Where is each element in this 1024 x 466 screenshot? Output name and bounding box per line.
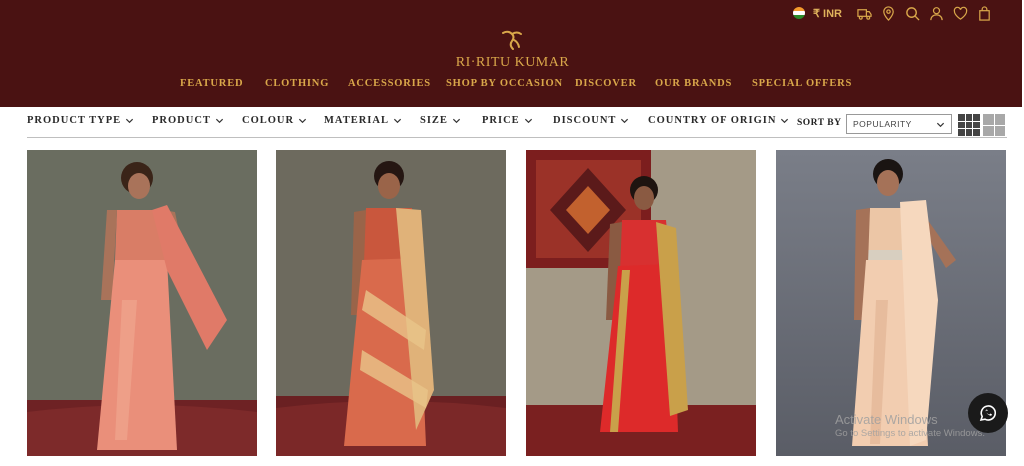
filter-country-of-origin[interactable]: COUNTRY OF ORIGIN (648, 115, 789, 126)
nav-item-discover[interactable]: DISCOVER (575, 78, 637, 89)
site-header: ₹ INR RI·RITU KUMAR FEATURED CLOTHING AC… (0, 0, 1022, 107)
nav-item-our-brands[interactable]: OUR BRANDS (655, 78, 732, 89)
whatsapp-icon (979, 405, 997, 422)
grid-view-2-col-toggle[interactable] (983, 114, 1005, 136)
filter-label: PRICE (482, 115, 520, 126)
nav-item-shop-by-occasion[interactable]: SHOP BY OCCASION (446, 78, 563, 89)
user-icon[interactable] (928, 5, 944, 21)
chevron-down-icon (393, 118, 402, 124)
chevron-down-icon (524, 118, 532, 124)
chevron-down-icon (215, 118, 223, 124)
filter-colour[interactable]: COLOUR (242, 115, 307, 126)
filter-label: MATERIAL (324, 115, 389, 126)
filter-label: COLOUR (242, 115, 295, 126)
product-card-3[interactable] (526, 150, 756, 456)
nav-item-featured[interactable]: FEATURED (180, 78, 243, 89)
nav-item-special-offers[interactable]: SPECIAL OFFERS (752, 78, 852, 89)
utility-bar: ₹ INR (793, 5, 992, 21)
product-image (526, 150, 756, 456)
product-card-1[interactable] (27, 150, 257, 456)
sort-by-label: SORT BY (797, 118, 842, 128)
chevron-down-icon (299, 118, 307, 124)
sort-selected-value: POPULARITY (853, 119, 912, 129)
heart-icon[interactable] (952, 5, 968, 21)
chevron-down-icon (621, 118, 629, 124)
filter-product-type[interactable]: PRODUCT TYPE (27, 115, 134, 126)
watermark-line-2: Go to Settings to activate Windows. (835, 428, 985, 439)
brand-logo-mark[interactable] (500, 28, 524, 54)
search-icon[interactable] (904, 5, 920, 21)
filter-material[interactable]: MATERIAL (324, 115, 402, 126)
activate-windows-watermark: Activate Windows Go to Settings to activ… (835, 412, 985, 439)
filter-label: PRODUCT (152, 115, 211, 126)
filter-label: COUNTRY OF ORIGIN (648, 115, 777, 126)
grid-view-4-col-toggle[interactable] (958, 114, 980, 136)
chevron-down-icon (781, 118, 789, 124)
filter-price[interactable]: PRICE (482, 115, 533, 126)
product-image (27, 150, 257, 456)
nav-item-accessories[interactable]: ACCESSORIES (348, 78, 431, 89)
chevron-down-icon (936, 122, 945, 127)
nav-item-clothing[interactable]: CLOTHING (265, 78, 329, 89)
filter-label: SIZE (420, 115, 448, 126)
india-flag-icon[interactable] (793, 7, 805, 19)
chevron-down-icon (452, 118, 461, 124)
filter-bar: PRODUCT TYPE PRODUCT COLOUR MATERIAL SIZ… (27, 110, 1007, 138)
shopping-bag-icon[interactable] (976, 5, 992, 21)
sort-select[interactable]: POPULARITY (846, 114, 952, 134)
location-pin-icon[interactable] (880, 5, 896, 21)
filter-label: PRODUCT TYPE (27, 115, 122, 126)
product-card-2[interactable] (276, 150, 506, 456)
brand-logo-text[interactable]: RI·RITU KUMAR (430, 55, 595, 71)
filter-size[interactable]: SIZE (420, 115, 461, 126)
whatsapp-chat-button[interactable] (968, 393, 1008, 433)
delivery-truck-icon[interactable] (856, 5, 872, 21)
filter-discount[interactable]: DISCOUNT (553, 115, 629, 126)
chevron-down-icon (126, 118, 134, 124)
currency-selector[interactable]: ₹ INR (813, 7, 842, 20)
filter-label: DISCOUNT (553, 115, 617, 126)
watermark-line-1: Activate Windows (835, 412, 938, 427)
filter-product[interactable]: PRODUCT (152, 115, 224, 126)
product-image (276, 150, 506, 456)
